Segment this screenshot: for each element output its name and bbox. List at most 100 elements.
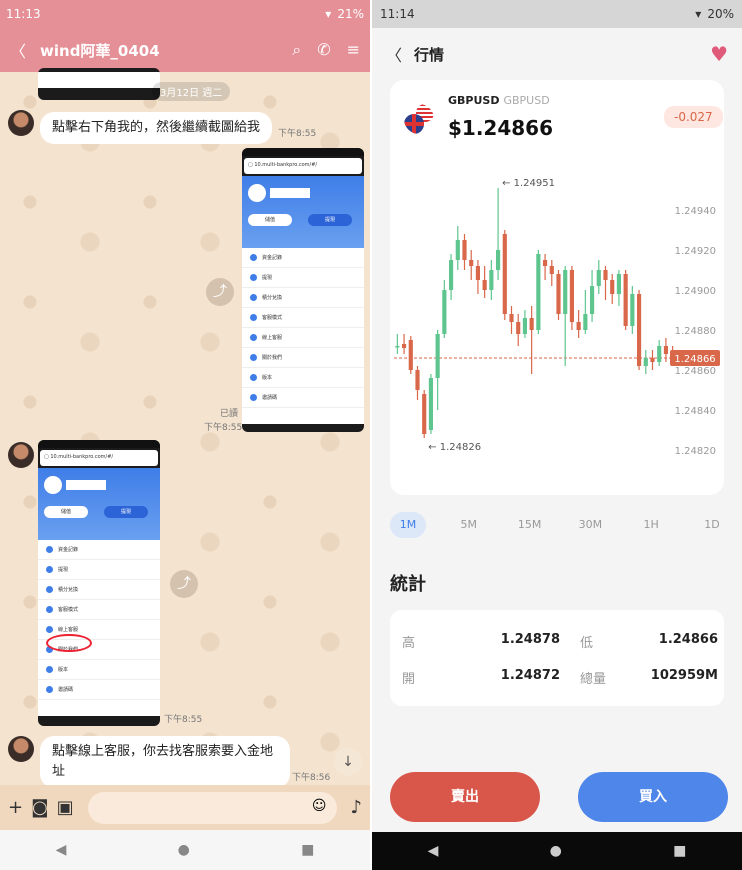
stat-label-low: 低 (580, 636, 594, 651)
tab-30m[interactable]: 30M (572, 512, 608, 538)
buy-button[interactable]: 買入 (578, 772, 728, 822)
message-time: 下午8:55 (204, 423, 243, 433)
candle-body (502, 234, 507, 314)
candle-body (495, 250, 501, 270)
candle-body (630, 294, 635, 326)
message-input[interactable]: ☺ (87, 791, 337, 824)
status-time: 11:14 (380, 7, 415, 21)
stat-label-volume: 總量 (580, 672, 607, 687)
page-header: 〈 行情 ♥ (372, 28, 742, 80)
photo-icon[interactable]: ▣ (57, 797, 74, 818)
tab-15m[interactable]: 15M (512, 512, 548, 538)
message-bubble[interactable]: 點擊線上客服，你去找客服索要入金地址 (40, 736, 290, 788)
line-chat-screen: 11:13 ▾ 21% 〈 wind阿華_0404 ⌕ ✆ ≡ 3月12日 週二… (0, 0, 370, 870)
candle-body (509, 314, 514, 322)
candle-body (623, 274, 628, 326)
message-input-bar: + ◙ ▣ ☺ ♪ (0, 785, 370, 830)
candle-body (663, 346, 669, 354)
search-icon[interactable]: ⌕ (292, 40, 301, 60)
stat-value-high: 1.24878 (500, 632, 560, 647)
candle-body (401, 344, 407, 348)
share-icon[interactable]: ⤴ (206, 278, 234, 306)
chat-image-received[interactable]: ▢ 10.multi-bankpro.com/#/ 儲值 提現 資金記錄 提現 … (38, 440, 160, 726)
menu-icon[interactable]: ≡ (347, 40, 360, 60)
message-time: 下午8:56 (292, 773, 331, 783)
candle-body (536, 254, 541, 330)
nav-back-icon[interactable]: ◀ (56, 842, 67, 858)
candle-body (462, 240, 467, 260)
page-title: 行情 (414, 45, 445, 64)
back-icon[interactable]: 〈 (386, 42, 402, 66)
low-annotation: ← 1.24826 (428, 442, 481, 453)
date-pill: 3月12日 週二 (152, 82, 231, 101)
y-tick-label: 1.24880 (675, 326, 716, 337)
candle-body (542, 260, 548, 266)
scroll-down-button[interactable]: ↓ (334, 748, 362, 776)
plus-icon[interactable]: + (8, 797, 23, 818)
chat-image-sent[interactable]: ▢ 10.multi-bankpro.com/#/ 儲值 提現 資金記錄 提現 … (242, 148, 364, 432)
microphone-icon[interactable]: ♪ (351, 797, 363, 818)
share-icon[interactable]: ⤴ (170, 570, 198, 598)
system-nav-bar: ◀ ● ■ (372, 832, 742, 870)
y-tick-label: 1.24860 (675, 366, 716, 377)
stats-card: 高 1.24878 低 1.24866 開 1.24872 總量 102959M (390, 610, 724, 706)
nav-home-icon[interactable]: ● (178, 842, 190, 858)
currency-flag-icon (404, 104, 434, 134)
candle-body (489, 270, 494, 290)
candle-body (556, 274, 561, 314)
favorite-heart-icon[interactable]: ♥ (710, 42, 728, 66)
tab-5m[interactable]: 5M (451, 512, 487, 538)
candle-body (482, 280, 487, 290)
stat-label-open: 開 (402, 672, 416, 687)
sticker-icon[interactable]: ☺ (312, 798, 327, 814)
tab-1h[interactable]: 1H (633, 512, 669, 538)
candle-body (408, 340, 413, 370)
y-tick-label: 1.24920 (675, 246, 716, 257)
battery-level: 21% (337, 7, 364, 21)
message-time: 下午8:55 (278, 129, 317, 139)
candle-body (549, 266, 554, 274)
candle-body (610, 280, 615, 294)
candle-body (448, 260, 454, 290)
sell-button[interactable]: 賣出 (390, 772, 540, 822)
phone-icon[interactable]: ✆ (317, 40, 330, 60)
candle-body (583, 314, 588, 330)
candle-body (428, 378, 434, 430)
candlestick-chart[interactable]: 1.249401.249201.249001.248801.248601.248… (390, 170, 724, 470)
avatar[interactable] (8, 442, 34, 468)
candle-body (650, 358, 655, 362)
chat-image-partial[interactable] (38, 68, 160, 100)
message-bubble[interactable]: 點擊右下角我的，然後繼續截圖給我 (40, 112, 272, 144)
avatar[interactable] (8, 736, 34, 762)
read-receipt: 已讀 (220, 409, 239, 419)
candle-body (589, 286, 595, 314)
price-change-badge: -0.027 (664, 106, 723, 128)
nav-recents-icon[interactable]: ■ (301, 842, 314, 858)
nav-recents-icon[interactable]: ■ (673, 843, 686, 859)
camera-icon[interactable]: ◙ (31, 797, 48, 818)
chat-title: wind阿華_0404 (40, 41, 160, 60)
tab-1d[interactable]: 1D (694, 512, 730, 538)
nav-home-icon[interactable]: ● (550, 843, 562, 859)
current-price: $1.24866 (448, 116, 554, 140)
avatar[interactable] (8, 110, 34, 136)
status-bar: 11:14 ▾ 20% (372, 0, 742, 28)
candle-body (563, 270, 568, 314)
stat-value-volume: 102959M (650, 668, 718, 683)
candle-body (469, 260, 474, 266)
candle-body (569, 270, 575, 322)
stat-label-high: 高 (402, 636, 416, 651)
chat-area[interactable]: 3月12日 週二 點擊右下角我的，然後繼續截圖給我 下午8:55 ▢ 10.mu… (0, 68, 370, 788)
back-icon[interactable]: 〈 (10, 38, 26, 62)
chat-header: 〈 wind阿華_0404 ⌕ ✆ ≡ (0, 28, 370, 72)
candle-body (643, 358, 648, 366)
candle-body (415, 370, 420, 390)
candle-body (529, 318, 534, 330)
candle-body (435, 334, 440, 378)
highlight-circle (46, 634, 92, 652)
nav-back-icon[interactable]: ◀ (428, 843, 439, 859)
status-time: 11:13 (6, 7, 41, 21)
tab-1m[interactable]: 1M (390, 512, 426, 538)
system-nav-bar: ◀ ● ■ (0, 830, 370, 870)
y-tick-label: 1.24840 (675, 406, 716, 417)
